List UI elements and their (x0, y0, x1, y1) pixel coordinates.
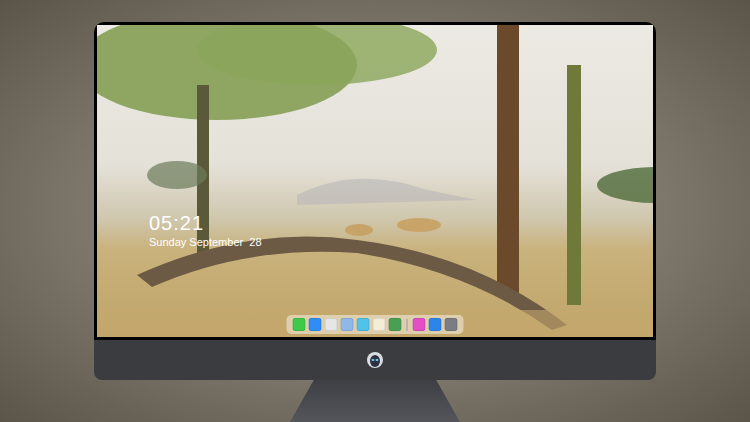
dock-app-icon[interactable] (357, 318, 370, 331)
dock-item-color (358, 319, 369, 330)
monitor-bezel: 05:21 Sunday September 28 (94, 22, 656, 340)
dock-item-color (446, 319, 457, 330)
dock-app-icon[interactable] (325, 318, 338, 331)
monitor-mockup: 05:21 Sunday September 28 (0, 0, 750, 422)
dock-app-icon[interactable] (413, 318, 426, 331)
brand-logo-icon (366, 351, 384, 369)
dock-item-color (390, 319, 401, 330)
dock-app-icon[interactable] (429, 318, 442, 331)
wallpaper-photo (97, 25, 653, 337)
lock-clock: 05:21 Sunday September 28 (149, 211, 262, 249)
clock-date: Sunday September 28 (149, 235, 262, 249)
dock-item-color (430, 319, 441, 330)
dock-separator (407, 319, 408, 331)
clock-time: 05:21 (149, 211, 262, 235)
desktop-screen: 05:21 Sunday September 28 (97, 25, 653, 337)
monitor-chin (94, 340, 656, 380)
dock-app-icon[interactable] (373, 318, 386, 331)
dock-item-color (407, 319, 408, 331)
dock-app-icon[interactable] (445, 318, 458, 331)
dock-item-color (414, 319, 425, 330)
dock-item-color (374, 319, 385, 330)
dock-item-color (310, 319, 321, 330)
dock (287, 315, 464, 334)
dock-app-icon[interactable] (389, 318, 402, 331)
monitor-stand (290, 380, 460, 422)
dock-app-icon[interactable] (309, 318, 322, 331)
dock-app-icon[interactable] (293, 318, 306, 331)
dock-item-color (294, 319, 305, 330)
dock-item-color (326, 319, 337, 330)
dock-item-color (342, 319, 353, 330)
dock-app-icon[interactable] (341, 318, 354, 331)
